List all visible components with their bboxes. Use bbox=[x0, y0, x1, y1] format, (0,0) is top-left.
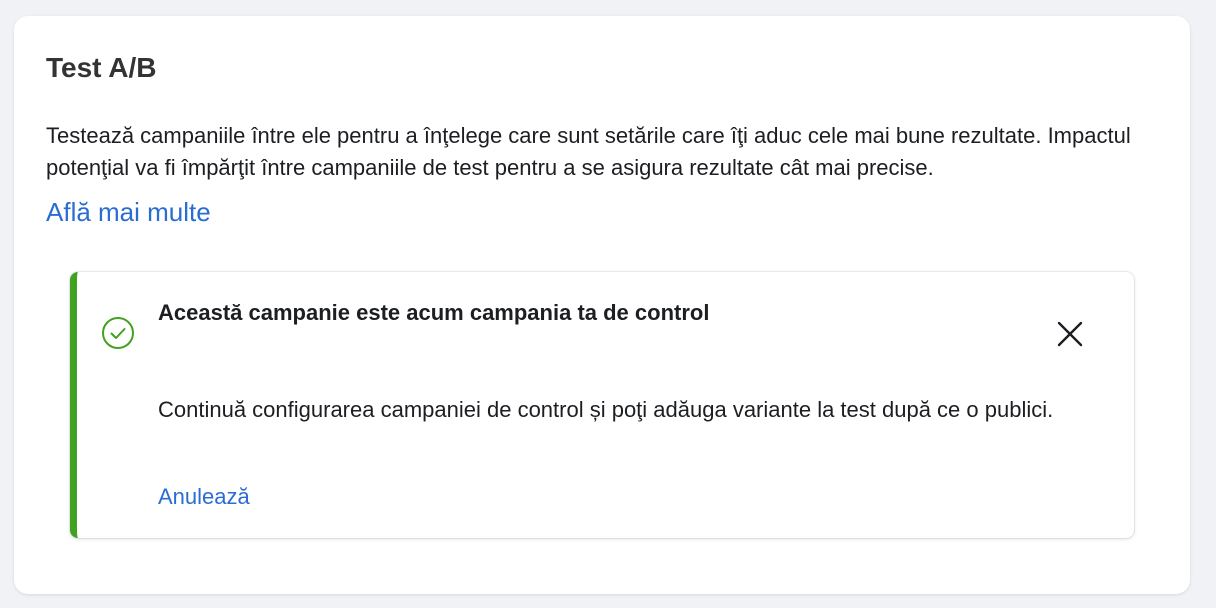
close-icon[interactable] bbox=[1050, 314, 1090, 354]
control-campaign-notice: Această campanie este acum campania ta d… bbox=[70, 272, 1134, 538]
notice-title: Această campanie este acum campania ta d… bbox=[158, 300, 710, 325]
ab-test-card: Test A/B Testează campaniile între ele p… bbox=[14, 16, 1190, 594]
notice-body: Continuă configurarea campaniei de contr… bbox=[158, 397, 1054, 422]
learn-more-link[interactable]: Află mai multe bbox=[46, 194, 211, 230]
cancel-link[interactable]: Anulează bbox=[158, 482, 250, 512]
card-title: Test A/B bbox=[46, 52, 157, 83]
card-description: Testează campaniile între ele pentru a î… bbox=[46, 123, 1131, 180]
check-circle-icon bbox=[102, 317, 134, 349]
